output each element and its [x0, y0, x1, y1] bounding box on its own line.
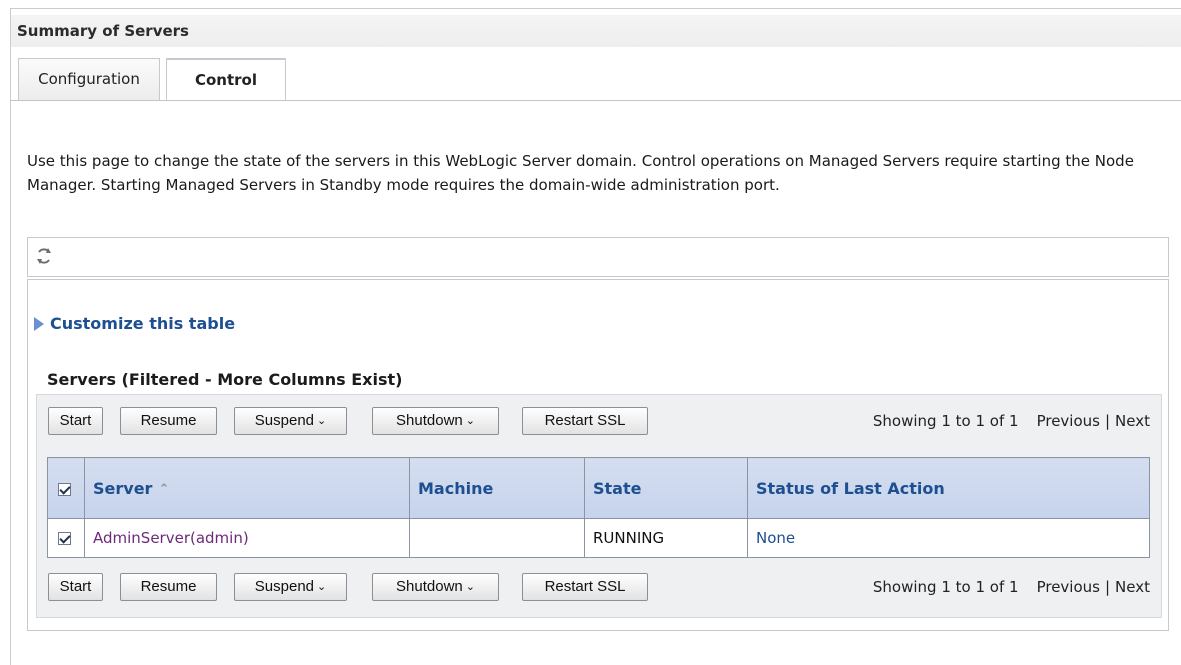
table-panel: Start Resume Suspend ⌄ Shutdown ⌄ Restart … [36, 394, 1162, 618]
start-button[interactable]: Start [48, 573, 103, 601]
sort-ascending-icon[interactable]: ⌃ [158, 482, 169, 497]
suspend-label: Suspend [254, 578, 314, 595]
table-title: Servers (Filtered - More Columns Exist) [47, 370, 403, 389]
shutdown-button[interactable]: Shutdown ⌄ [372, 407, 499, 435]
column-header-server[interactable]: Server ⌃ [84, 457, 410, 519]
top-button-row: Start Resume Suspend ⌄ Shutdown ⌄ Restart … [48, 407, 1152, 437]
expand-triangle-icon [34, 316, 44, 331]
column-header-state[interactable]: State [584, 457, 748, 519]
refresh-toolbar [27, 237, 1169, 277]
customize-table-link[interactable]: Customize this table [34, 314, 235, 333]
tab-configuration[interactable]: Configuration [18, 58, 160, 100]
shutdown-label: Shutdown [396, 578, 463, 595]
refresh-icon[interactable] [34, 246, 54, 266]
state-cell: RUNNING [584, 518, 748, 558]
chevron-down-icon: ⌄ [465, 415, 475, 427]
restart-ssl-button[interactable]: Restart SSL [522, 573, 648, 601]
table-header-row: Server ⌃ Machine State Status of Last Act… [47, 457, 1150, 519]
column-server-label: Server [93, 478, 153, 498]
row-checkbox[interactable] [58, 532, 71, 545]
table-row: AdminServer(admin) RUNNING None [47, 518, 1150, 558]
left-border [10, 8, 11, 665]
previous-link[interactable]: Previous [1037, 578, 1100, 596]
suspend-button[interactable]: Suspend ⌄ [234, 573, 347, 601]
column-header-machine[interactable]: Machine [409, 457, 585, 519]
server-link[interactable]: AdminServer(admin) [93, 529, 249, 547]
paging-separator: | [1104, 412, 1111, 430]
resume-button[interactable]: Resume [120, 407, 217, 435]
row-select-cell [47, 518, 85, 558]
machine-cell [409, 518, 585, 558]
top-border [10, 8, 1181, 9]
select-all-checkbox[interactable] [58, 482, 71, 496]
customize-table-label: Customize this table [50, 314, 236, 333]
paging-count: Showing 1 to 1 of 1 [872, 412, 1019, 430]
server-name-cell: AdminServer(admin) [84, 518, 410, 558]
paging-info: Showing 1 to 1 of 1 Previous | Next [873, 573, 1150, 601]
chevron-down-icon: ⌄ [317, 415, 327, 427]
page-title: Summary of Servers [11, 15, 1181, 47]
tab-control[interactable]: Control [166, 58, 286, 101]
paging-separator: | [1104, 578, 1111, 596]
next-link[interactable]: Next [1115, 412, 1150, 430]
chevron-down-icon: ⌄ [465, 581, 475, 593]
suspend-label: Suspend [254, 412, 314, 429]
bottom-button-row: Start Resume Suspend ⌄ Shutdown ⌄ Restart … [48, 573, 1152, 603]
paging-info: Showing 1 to 1 of 1 Previous | Next [873, 407, 1150, 435]
paging-count: Showing 1 to 1 of 1 [872, 578, 1019, 596]
shutdown-button[interactable]: Shutdown ⌄ [372, 573, 499, 601]
resume-button[interactable]: Resume [120, 573, 217, 601]
restart-ssl-button[interactable]: Restart SSL [522, 407, 648, 435]
start-button[interactable]: Start [48, 407, 103, 435]
servers-table: Server ⌃ Machine State Status of Last Act… [47, 457, 1150, 558]
chevron-down-icon: ⌄ [317, 581, 327, 593]
page-description: Use this page to change the state of the… [27, 152, 1134, 194]
previous-link[interactable]: Previous [1037, 412, 1100, 430]
shutdown-label: Shutdown [396, 412, 463, 429]
tab-underline [11, 100, 1181, 101]
select-all-cell [47, 457, 85, 519]
suspend-button[interactable]: Suspend ⌄ [234, 407, 347, 435]
column-header-status[interactable]: Status of Last Action [747, 457, 1150, 519]
servers-section: Customize this table Servers (Filtered -… [27, 279, 1169, 631]
status-cell: None [747, 518, 1150, 558]
status-link[interactable]: None [756, 529, 795, 547]
next-link[interactable]: Next [1115, 578, 1150, 596]
